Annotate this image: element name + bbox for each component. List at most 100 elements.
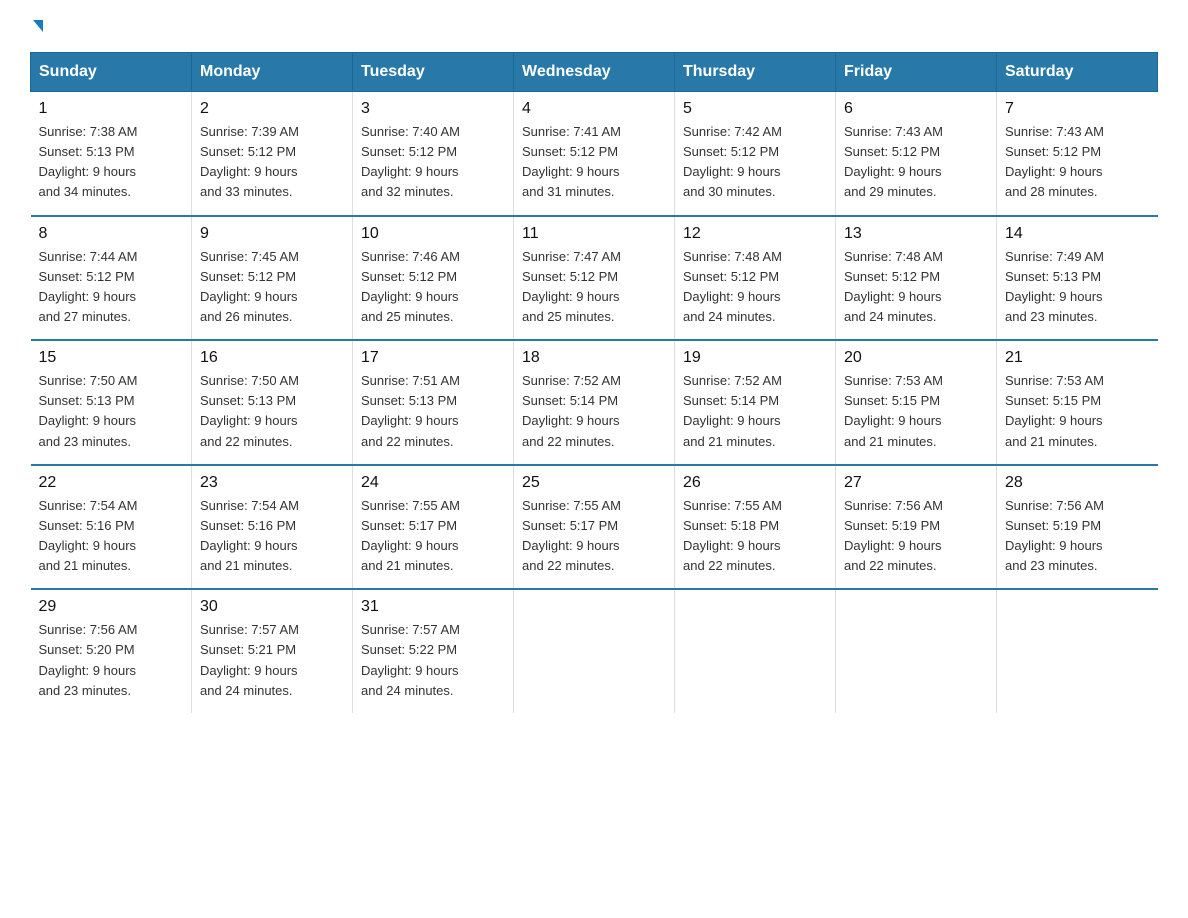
day-number: 20 [844, 349, 988, 367]
column-header-thursday: Thursday [675, 53, 836, 92]
day-number: 10 [361, 225, 505, 243]
day-info: Sunrise: 7:41 AMSunset: 5:12 PMDaylight:… [522, 124, 621, 199]
day-info: Sunrise: 7:54 AMSunset: 5:16 PMDaylight:… [39, 498, 138, 573]
day-number: 19 [683, 349, 827, 367]
day-number: 4 [522, 100, 666, 118]
day-info: Sunrise: 7:46 AMSunset: 5:12 PMDaylight:… [361, 249, 460, 324]
day-info: Sunrise: 7:55 AMSunset: 5:17 PMDaylight:… [522, 498, 621, 573]
calendar-cell: 28 Sunrise: 7:56 AMSunset: 5:19 PMDaylig… [997, 465, 1158, 590]
day-number: 21 [1005, 349, 1150, 367]
calendar-cell: 26 Sunrise: 7:55 AMSunset: 5:18 PMDaylig… [675, 465, 836, 590]
day-info: Sunrise: 7:43 AMSunset: 5:12 PMDaylight:… [1005, 124, 1104, 199]
day-number: 11 [522, 225, 666, 243]
day-number: 14 [1005, 225, 1150, 243]
day-info: Sunrise: 7:54 AMSunset: 5:16 PMDaylight:… [200, 498, 299, 573]
column-header-tuesday: Tuesday [353, 53, 514, 92]
day-info: Sunrise: 7:56 AMSunset: 5:19 PMDaylight:… [1005, 498, 1104, 573]
calendar-cell: 30 Sunrise: 7:57 AMSunset: 5:21 PMDaylig… [192, 589, 353, 713]
calendar-week-row: 22 Sunrise: 7:54 AMSunset: 5:16 PMDaylig… [31, 465, 1158, 590]
calendar-cell: 12 Sunrise: 7:48 AMSunset: 5:12 PMDaylig… [675, 216, 836, 341]
day-info: Sunrise: 7:53 AMSunset: 5:15 PMDaylight:… [1005, 373, 1104, 448]
calendar-week-row: 8 Sunrise: 7:44 AMSunset: 5:12 PMDayligh… [31, 216, 1158, 341]
column-header-sunday: Sunday [31, 53, 192, 92]
day-info: Sunrise: 7:50 AMSunset: 5:13 PMDaylight:… [200, 373, 299, 448]
calendar-cell: 24 Sunrise: 7:55 AMSunset: 5:17 PMDaylig… [353, 465, 514, 590]
day-info: Sunrise: 7:44 AMSunset: 5:12 PMDaylight:… [39, 249, 138, 324]
calendar-cell [514, 589, 675, 713]
day-info: Sunrise: 7:39 AMSunset: 5:12 PMDaylight:… [200, 124, 299, 199]
calendar-cell: 1 Sunrise: 7:38 AMSunset: 5:13 PMDayligh… [31, 92, 192, 216]
column-header-wednesday: Wednesday [514, 53, 675, 92]
day-info: Sunrise: 7:50 AMSunset: 5:13 PMDaylight:… [39, 373, 138, 448]
calendar-cell: 20 Sunrise: 7:53 AMSunset: 5:15 PMDaylig… [836, 340, 997, 465]
calendar-cell: 31 Sunrise: 7:57 AMSunset: 5:22 PMDaylig… [353, 589, 514, 713]
calendar-cell: 18 Sunrise: 7:52 AMSunset: 5:14 PMDaylig… [514, 340, 675, 465]
day-number: 28 [1005, 474, 1150, 492]
page-header [30, 20, 1158, 32]
day-info: Sunrise: 7:53 AMSunset: 5:15 PMDaylight:… [844, 373, 943, 448]
day-number: 30 [200, 598, 344, 616]
calendar-week-row: 1 Sunrise: 7:38 AMSunset: 5:13 PMDayligh… [31, 92, 1158, 216]
day-number: 18 [522, 349, 666, 367]
logo-triangle-icon [33, 20, 43, 32]
calendar-cell: 29 Sunrise: 7:56 AMSunset: 5:20 PMDaylig… [31, 589, 192, 713]
calendar-cell: 21 Sunrise: 7:53 AMSunset: 5:15 PMDaylig… [997, 340, 1158, 465]
calendar-cell: 22 Sunrise: 7:54 AMSunset: 5:16 PMDaylig… [31, 465, 192, 590]
calendar-cell: 3 Sunrise: 7:40 AMSunset: 5:12 PMDayligh… [353, 92, 514, 216]
calendar-table: SundayMondayTuesdayWednesdayThursdayFrid… [30, 52, 1158, 713]
day-info: Sunrise: 7:47 AMSunset: 5:12 PMDaylight:… [522, 249, 621, 324]
day-number: 15 [39, 349, 184, 367]
calendar-week-row: 15 Sunrise: 7:50 AMSunset: 5:13 PMDaylig… [31, 340, 1158, 465]
calendar-cell: 10 Sunrise: 7:46 AMSunset: 5:12 PMDaylig… [353, 216, 514, 341]
day-info: Sunrise: 7:56 AMSunset: 5:20 PMDaylight:… [39, 622, 138, 697]
day-number: 24 [361, 474, 505, 492]
day-number: 16 [200, 349, 344, 367]
calendar-cell: 9 Sunrise: 7:45 AMSunset: 5:12 PMDayligh… [192, 216, 353, 341]
calendar-cell: 2 Sunrise: 7:39 AMSunset: 5:12 PMDayligh… [192, 92, 353, 216]
calendar-cell: 27 Sunrise: 7:56 AMSunset: 5:19 PMDaylig… [836, 465, 997, 590]
calendar-header-row: SundayMondayTuesdayWednesdayThursdayFrid… [31, 53, 1158, 92]
day-info: Sunrise: 7:51 AMSunset: 5:13 PMDaylight:… [361, 373, 460, 448]
column-header-friday: Friday [836, 53, 997, 92]
day-number: 5 [683, 100, 827, 118]
calendar-cell: 17 Sunrise: 7:51 AMSunset: 5:13 PMDaylig… [353, 340, 514, 465]
day-info: Sunrise: 7:57 AMSunset: 5:21 PMDaylight:… [200, 622, 299, 697]
day-number: 3 [361, 100, 505, 118]
day-number: 13 [844, 225, 988, 243]
day-number: 25 [522, 474, 666, 492]
calendar-cell: 5 Sunrise: 7:42 AMSunset: 5:12 PMDayligh… [675, 92, 836, 216]
column-header-saturday: Saturday [997, 53, 1158, 92]
day-number: 23 [200, 474, 344, 492]
calendar-cell [997, 589, 1158, 713]
calendar-cell: 4 Sunrise: 7:41 AMSunset: 5:12 PMDayligh… [514, 92, 675, 216]
day-number: 29 [39, 598, 184, 616]
calendar-cell: 11 Sunrise: 7:47 AMSunset: 5:12 PMDaylig… [514, 216, 675, 341]
calendar-cell: 25 Sunrise: 7:55 AMSunset: 5:17 PMDaylig… [514, 465, 675, 590]
day-number: 6 [844, 100, 988, 118]
day-number: 1 [39, 100, 184, 118]
day-info: Sunrise: 7:40 AMSunset: 5:12 PMDaylight:… [361, 124, 460, 199]
calendar-cell: 23 Sunrise: 7:54 AMSunset: 5:16 PMDaylig… [192, 465, 353, 590]
day-info: Sunrise: 7:55 AMSunset: 5:17 PMDaylight:… [361, 498, 460, 573]
day-info: Sunrise: 7:49 AMSunset: 5:13 PMDaylight:… [1005, 249, 1104, 324]
day-info: Sunrise: 7:52 AMSunset: 5:14 PMDaylight:… [683, 373, 782, 448]
day-number: 7 [1005, 100, 1150, 118]
day-info: Sunrise: 7:56 AMSunset: 5:19 PMDaylight:… [844, 498, 943, 573]
day-number: 26 [683, 474, 827, 492]
calendar-cell [836, 589, 997, 713]
logo [30, 20, 43, 32]
calendar-cell: 7 Sunrise: 7:43 AMSunset: 5:12 PMDayligh… [997, 92, 1158, 216]
day-info: Sunrise: 7:52 AMSunset: 5:14 PMDaylight:… [522, 373, 621, 448]
day-info: Sunrise: 7:42 AMSunset: 5:12 PMDaylight:… [683, 124, 782, 199]
day-number: 17 [361, 349, 505, 367]
day-number: 22 [39, 474, 184, 492]
calendar-cell [675, 589, 836, 713]
day-info: Sunrise: 7:43 AMSunset: 5:12 PMDaylight:… [844, 124, 943, 199]
day-number: 8 [39, 225, 184, 243]
calendar-cell: 13 Sunrise: 7:48 AMSunset: 5:12 PMDaylig… [836, 216, 997, 341]
day-number: 2 [200, 100, 344, 118]
day-number: 27 [844, 474, 988, 492]
calendar-cell: 8 Sunrise: 7:44 AMSunset: 5:12 PMDayligh… [31, 216, 192, 341]
calendar-week-row: 29 Sunrise: 7:56 AMSunset: 5:20 PMDaylig… [31, 589, 1158, 713]
day-info: Sunrise: 7:48 AMSunset: 5:12 PMDaylight:… [683, 249, 782, 324]
